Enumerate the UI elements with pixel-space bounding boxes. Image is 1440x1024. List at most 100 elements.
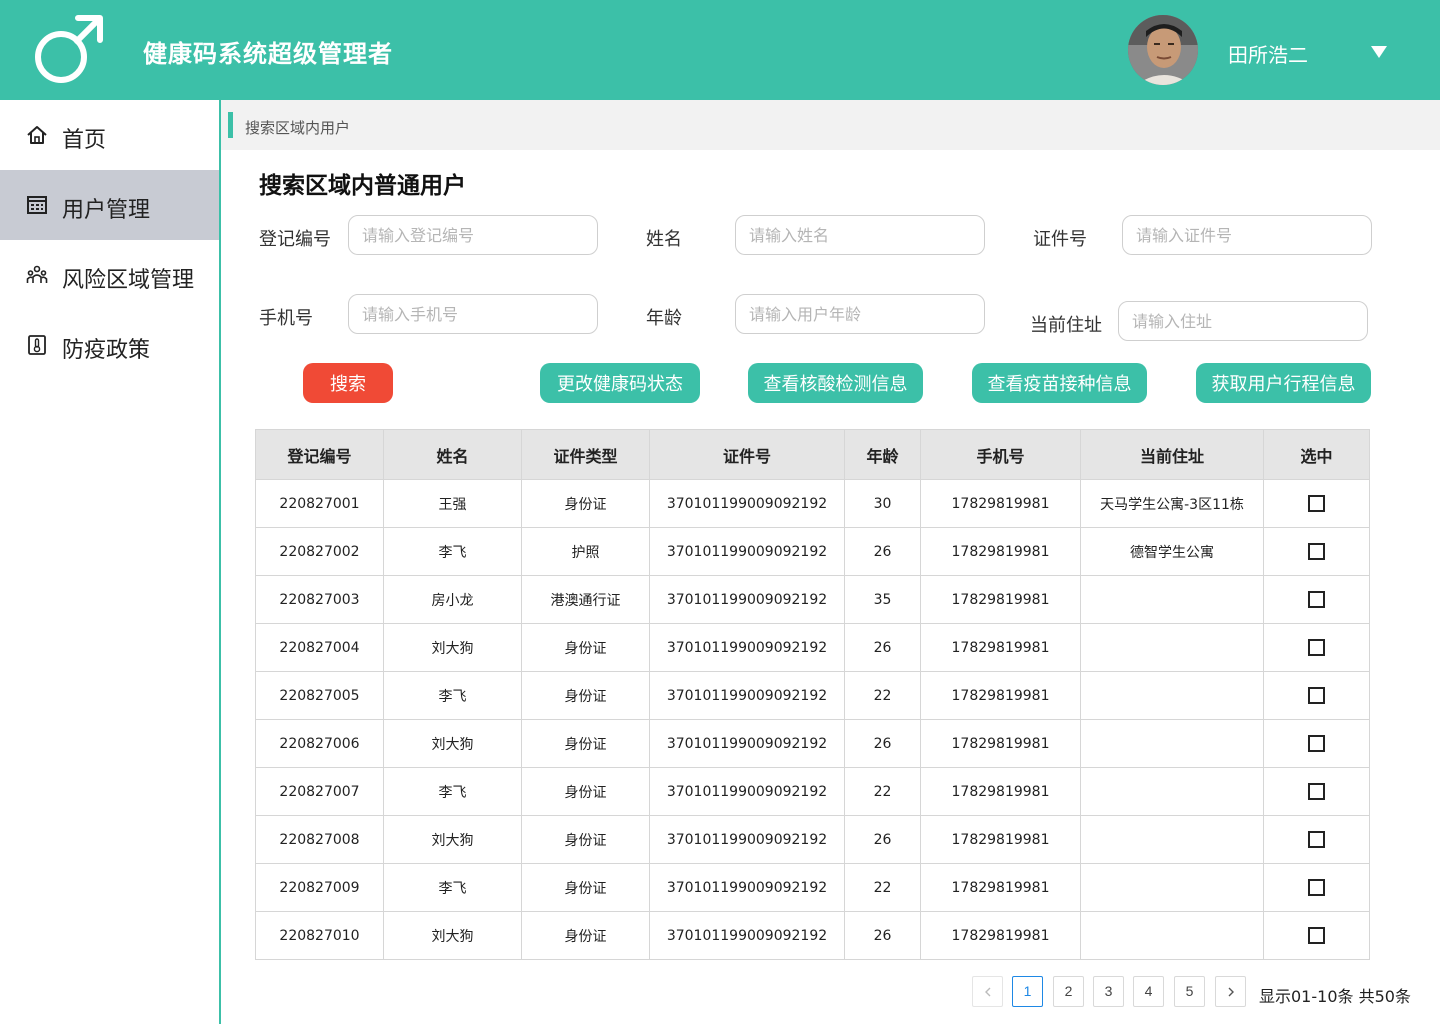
cell-address xyxy=(1080,815,1264,864)
table-row[interactable]: 220827008 刘大狗 身份证 370101199009092192 26 17829… xyxy=(255,815,1370,864)
row-select-checkbox[interactable] xyxy=(1308,783,1325,800)
caret-down-icon[interactable] xyxy=(1370,44,1388,60)
chevron-left-icon xyxy=(984,987,990,997)
row-select-checkbox[interactable] xyxy=(1308,591,1325,608)
row-select-checkbox[interactable] xyxy=(1308,879,1325,896)
column-header: 手机号 xyxy=(920,429,1081,480)
age-input[interactable] xyxy=(735,294,985,334)
cell-id-type: 身份证 xyxy=(521,863,650,912)
cell-phone: 17829819981 xyxy=(920,479,1081,528)
cell-id-no: 370101199009092192 xyxy=(649,671,845,720)
table-row[interactable]: 220827007 李飞 身份证 370101199009092192 22 178298… xyxy=(255,767,1370,816)
cell-select xyxy=(1263,575,1370,624)
cell-reg-no: 220827005 xyxy=(255,671,384,720)
row-select-checkbox[interactable] xyxy=(1308,495,1325,512)
row-select-checkbox[interactable] xyxy=(1308,831,1325,848)
home-icon xyxy=(27,126,47,144)
age-label: 年龄 xyxy=(646,308,682,329)
breadcrumb-text[interactable]: 搜索区域内用户 xyxy=(245,117,350,138)
cell-id-no: 370101199009092192 xyxy=(649,623,845,672)
prev-page-button[interactable] xyxy=(972,976,1003,1007)
change-health-code-button[interactable]: 更改健康码状态 xyxy=(540,363,700,403)
user-table: 登记编号 姓名 证件类型 证件号 年龄 手机号 当前住址 选中 22082700… xyxy=(255,429,1370,960)
breadcrumb-accent xyxy=(228,112,233,138)
cell-name: 王强 xyxy=(383,479,522,528)
phone-input[interactable] xyxy=(348,294,598,334)
view-vaccine-button[interactable]: 查看疫苗接种信息 xyxy=(972,363,1147,403)
row-select-checkbox[interactable] xyxy=(1308,543,1325,560)
next-page-button[interactable] xyxy=(1215,976,1246,1007)
avatar[interactable] xyxy=(1128,15,1198,85)
cell-id-no: 370101199009092192 xyxy=(649,911,845,960)
row-select-checkbox[interactable] xyxy=(1308,927,1325,944)
sidebar-item-label: 防疫政策 xyxy=(62,338,151,363)
cell-reg-no: 220827009 xyxy=(255,863,384,912)
cell-reg-no: 220827007 xyxy=(255,767,384,816)
row-select-checkbox[interactable] xyxy=(1308,687,1325,704)
cell-id-type: 身份证 xyxy=(521,623,650,672)
table-row[interactable]: 220827009 李飞 身份证 370101199009092192 22 178298… xyxy=(255,863,1370,912)
chevron-right-icon xyxy=(1228,987,1234,997)
page-button-4[interactable]: 4 xyxy=(1133,976,1164,1007)
sidebar-item-risk-area[interactable]: 风险区域管理 xyxy=(0,240,219,310)
table-header-row: 登记编号 姓名 证件类型 证件号 年龄 手机号 当前住址 选中 xyxy=(255,429,1370,480)
get-itinerary-button[interactable]: 获取用户行程信息 xyxy=(1196,363,1371,403)
reg-no-input[interactable] xyxy=(348,215,598,255)
cell-reg-no: 220827008 xyxy=(255,815,384,864)
view-nucleic-test-button[interactable]: 查看核酸检测信息 xyxy=(748,363,923,403)
page-button-1[interactable]: 1 xyxy=(1012,976,1043,1007)
page-button-5[interactable]: 5 xyxy=(1174,976,1205,1007)
cell-id-no: 370101199009092192 xyxy=(649,719,845,768)
cell-age: 22 xyxy=(844,767,921,816)
cell-select xyxy=(1263,911,1370,960)
cell-id-type: 护照 xyxy=(521,527,650,576)
name-input[interactable] xyxy=(735,215,985,255)
cell-age: 26 xyxy=(844,815,921,864)
cell-reg-no: 220827006 xyxy=(255,719,384,768)
table-row[interactable]: 220827010 刘大狗 身份证 370101199009092192 26 17829… xyxy=(255,911,1370,960)
cell-id-no: 370101199009092192 xyxy=(649,527,845,576)
sidebar-item-policy[interactable]: 防疫政策 xyxy=(0,310,219,380)
cell-phone: 17829819981 xyxy=(920,767,1081,816)
row-select-checkbox[interactable] xyxy=(1308,639,1325,656)
cell-select xyxy=(1263,815,1370,864)
name-label: 姓名 xyxy=(646,229,682,250)
table-row[interactable]: 220827005 李飞 身份证 370101199009092192 22 178298… xyxy=(255,671,1370,720)
id-no-input[interactable] xyxy=(1122,215,1372,255)
page-button-2[interactable]: 2 xyxy=(1053,976,1084,1007)
cell-phone: 17829819981 xyxy=(920,863,1081,912)
cell-name: 李飞 xyxy=(383,863,522,912)
cell-id-no: 370101199009092192 xyxy=(649,815,845,864)
sidebar-item-user-management[interactable]: 用户管理 xyxy=(0,170,219,240)
reg-no-label: 登记编号 xyxy=(259,229,331,250)
table-row[interactable]: 220827001 王强 身份证 370101199009092192 30 178298… xyxy=(255,479,1370,528)
cell-address xyxy=(1080,623,1264,672)
sidebar-item-home[interactable]: 首页 xyxy=(0,100,219,170)
cell-id-no: 370101199009092192 xyxy=(649,767,845,816)
address-input[interactable] xyxy=(1118,301,1368,341)
cell-address xyxy=(1080,719,1264,768)
table-row[interactable]: 220827003 房小龙 港澳通行证 370101199009092192 35 178… xyxy=(255,575,1370,624)
thermometer-icon xyxy=(28,335,46,355)
table-row[interactable]: 220827002 李飞 护照 370101199009092192 26 1782981… xyxy=(255,527,1370,576)
app-title: 健康码系统超级管理者 xyxy=(143,40,393,68)
cell-select xyxy=(1263,527,1370,576)
row-select-checkbox[interactable] xyxy=(1308,735,1325,752)
cell-age: 35 xyxy=(844,575,921,624)
user-table-wrapper: 登记编号 姓名 证件类型 证件号 年龄 手机号 当前住址 选中 22082700… xyxy=(255,429,1370,960)
user-name[interactable]: 田所浩二 xyxy=(1228,39,1308,68)
cell-address xyxy=(1080,575,1264,624)
column-header: 证件号 xyxy=(649,429,845,480)
page-button-3[interactable]: 3 xyxy=(1093,976,1124,1007)
phone-label: 手机号 xyxy=(259,308,313,329)
cell-name: 刘大狗 xyxy=(383,911,522,960)
cell-reg-no: 220827001 xyxy=(255,479,384,528)
sidebar-item-label: 首页 xyxy=(62,128,107,153)
cell-address xyxy=(1080,911,1264,960)
table-row[interactable]: 220827004 刘大狗 身份证 370101199009092192 26 17829… xyxy=(255,623,1370,672)
cell-select xyxy=(1263,479,1370,528)
cell-select xyxy=(1263,719,1370,768)
cell-address xyxy=(1080,767,1264,816)
search-button[interactable]: 搜索 xyxy=(303,363,393,403)
table-row[interactable]: 220827006 刘大狗 身份证 370101199009092192 26 17829… xyxy=(255,719,1370,768)
